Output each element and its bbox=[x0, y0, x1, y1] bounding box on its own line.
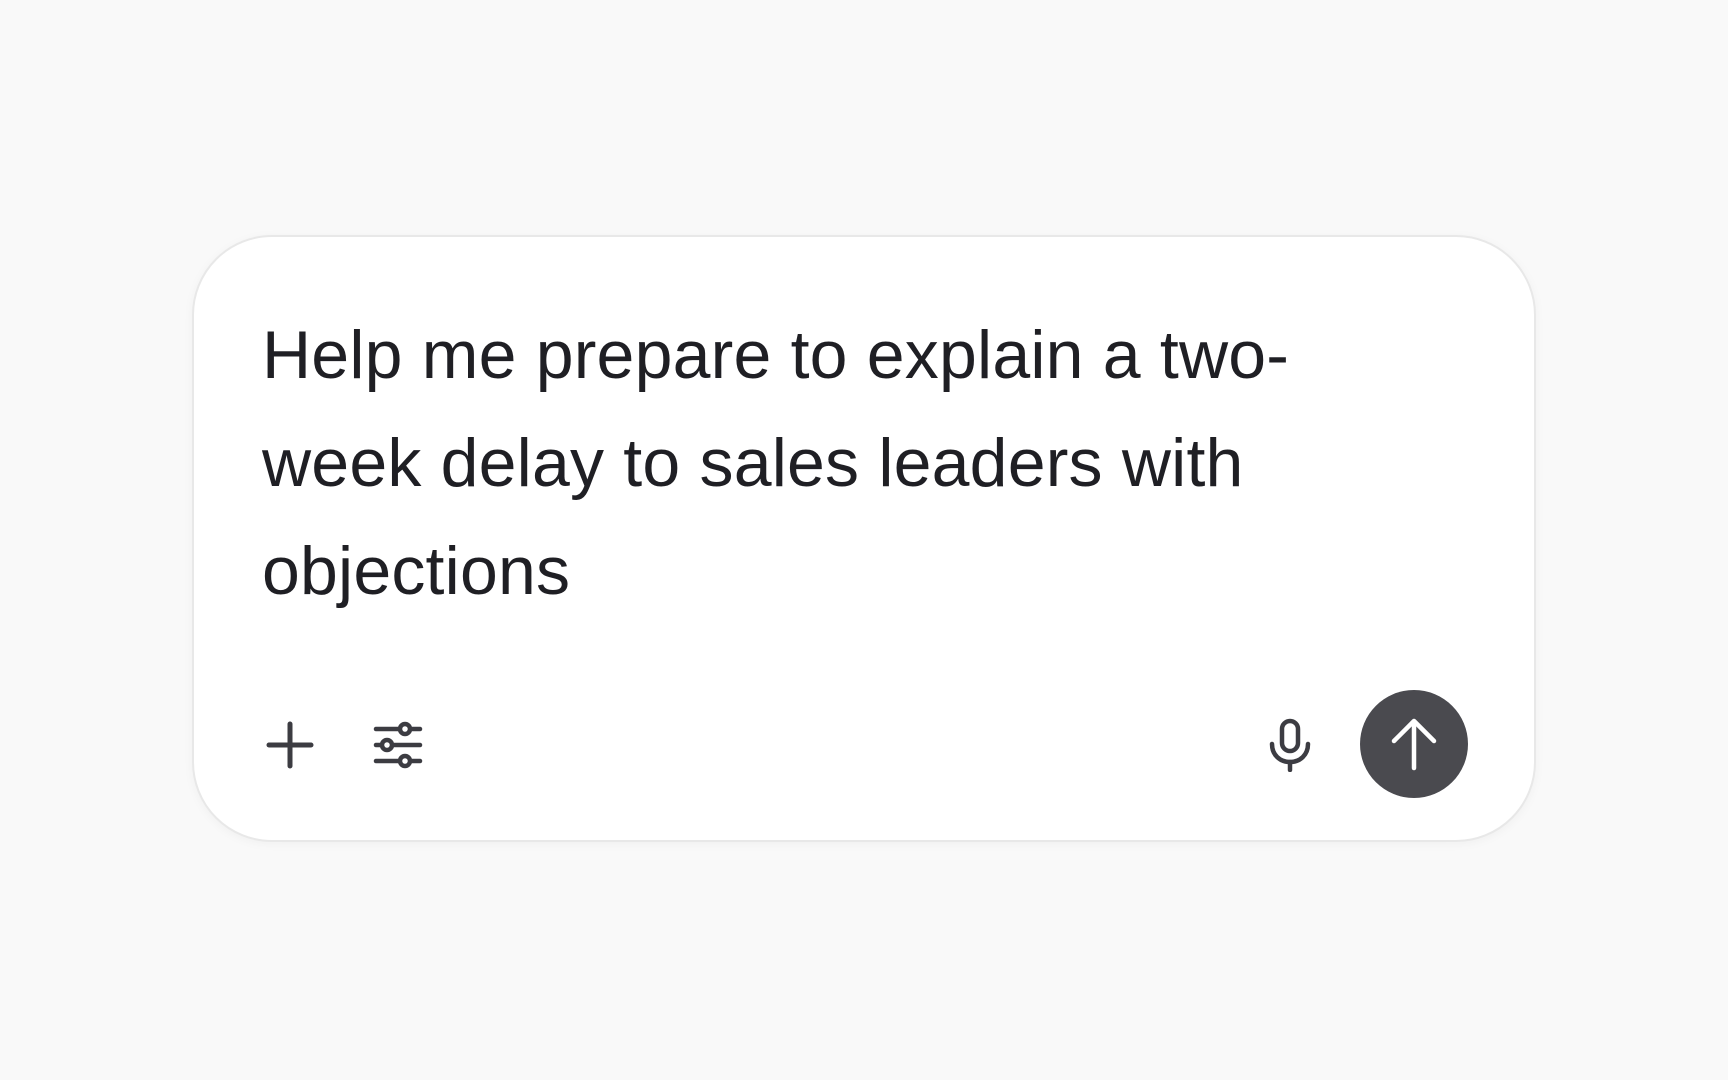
plus-icon bbox=[266, 721, 314, 769]
prompt-composer: Help me prepare to explain a two-week de… bbox=[192, 235, 1536, 842]
add-attachment-button[interactable] bbox=[262, 717, 318, 773]
microphone-icon bbox=[1269, 718, 1311, 772]
voice-input-button[interactable] bbox=[1262, 717, 1318, 773]
arrow-up-icon bbox=[1391, 718, 1437, 771]
tools-button[interactable] bbox=[370, 717, 426, 773]
send-button[interactable] bbox=[1360, 690, 1468, 798]
prompt-input[interactable]: Help me prepare to explain a two-week de… bbox=[262, 301, 1382, 625]
sliders-icon bbox=[373, 721, 423, 769]
